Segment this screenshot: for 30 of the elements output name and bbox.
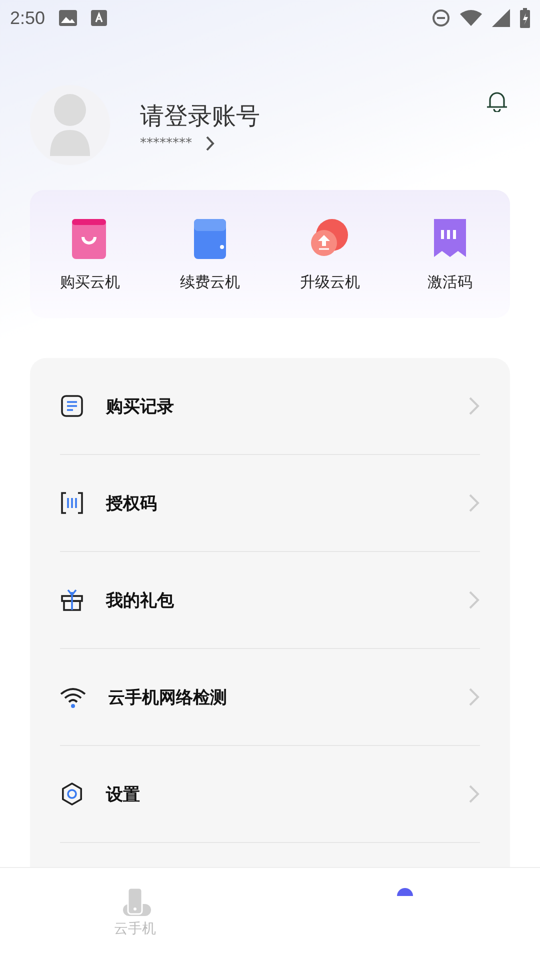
shortcut-button[interactable]: 激活码 bbox=[390, 216, 510, 292]
menu-item[interactable]: 我的礼包 bbox=[60, 552, 480, 649]
cell-signal-icon bbox=[492, 9, 510, 27]
wifi-signal-icon bbox=[460, 10, 482, 26]
menu-item[interactable]: 购买记录 bbox=[60, 358, 480, 455]
shortcut-button[interactable]: 升级云机 bbox=[270, 216, 390, 292]
bell-icon[interactable] bbox=[486, 90, 508, 112]
chevron-right-icon bbox=[468, 493, 480, 513]
login-title[interactable]: 请登录账号 bbox=[140, 100, 486, 132]
chevron-right-icon bbox=[468, 396, 480, 416]
status-time: 2:50 bbox=[10, 8, 46, 28]
account-text: ******** bbox=[140, 136, 192, 150]
menu-item[interactable]: 云手机网络检测 bbox=[60, 649, 480, 746]
gift-icon bbox=[60, 588, 84, 612]
do-not-disturb-icon bbox=[432, 9, 450, 27]
chevron-right-icon[interactable] bbox=[206, 136, 215, 150]
battery-icon bbox=[520, 8, 530, 28]
settings-icon bbox=[60, 782, 84, 806]
shortcut-button[interactable]: 续费云机 bbox=[150, 216, 270, 292]
chevron-right-icon bbox=[468, 784, 480, 804]
scan-code-icon bbox=[60, 491, 84, 515]
shortcut-button[interactable]: 购买云机 bbox=[30, 216, 150, 292]
text-icon bbox=[91, 10, 108, 26]
menu-item[interactable]: 设置 bbox=[60, 746, 480, 843]
image-icon bbox=[59, 10, 78, 26]
wifi-icon bbox=[60, 686, 86, 708]
chevron-right-icon bbox=[468, 687, 480, 707]
menu-item[interactable]: 授权码 bbox=[60, 455, 480, 552]
chevron-right-icon bbox=[468, 590, 480, 610]
document-icon bbox=[60, 394, 84, 418]
